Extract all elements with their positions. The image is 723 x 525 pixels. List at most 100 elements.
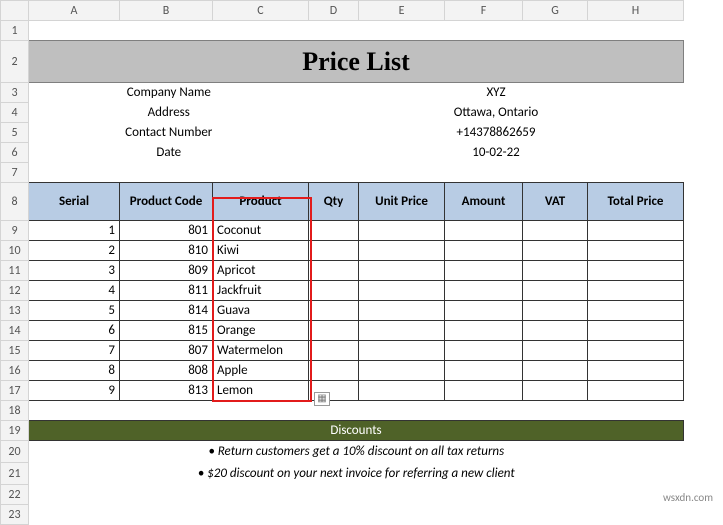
cell-qty[interactable]	[309, 241, 359, 261]
title-cell[interactable]: Price List	[29, 41, 684, 83]
cell-blank[interactable]	[29, 21, 684, 41]
cell-blank[interactable]	[29, 505, 684, 525]
cell-code[interactable]: 809	[120, 261, 213, 281]
discount-line-1[interactable]: • Return customers get a 10% discount on…	[29, 441, 684, 463]
cell-blank[interactable]	[29, 485, 684, 505]
col-A[interactable]: A	[29, 1, 120, 21]
cell-product[interactable]: Kiwi	[213, 241, 309, 261]
cell-product[interactable]: Watermelon	[213, 341, 309, 361]
cell-qty[interactable]	[309, 341, 359, 361]
contact-value[interactable]: +14378862659	[309, 123, 684, 143]
cell-total[interactable]	[588, 301, 684, 321]
cell-code[interactable]: 815	[120, 321, 213, 341]
cell-product[interactable]: Guava	[213, 301, 309, 321]
row-21[interactable]: 21	[1, 463, 29, 485]
cell-qty[interactable]	[309, 261, 359, 281]
discount-line-2[interactable]: • $20 discount on your next invoice for …	[29, 463, 684, 485]
date-value[interactable]: 10-02-22	[309, 143, 684, 163]
row-3[interactable]: 3	[1, 83, 29, 103]
row-11[interactable]: 11	[1, 261, 29, 281]
hdr-amount[interactable]: Amount	[445, 183, 523, 221]
cell-unit[interactable]	[359, 281, 445, 301]
cell-vat[interactable]	[523, 221, 588, 241]
cell-unit[interactable]	[359, 221, 445, 241]
cell-code[interactable]: 801	[120, 221, 213, 241]
cell-vat[interactable]	[523, 381, 588, 401]
cell-amount[interactable]	[445, 241, 523, 261]
cell-product[interactable]: Jackfruit	[213, 281, 309, 301]
row-20[interactable]: 20	[1, 441, 29, 463]
row-13[interactable]: 13	[1, 301, 29, 321]
cell-vat[interactable]	[523, 281, 588, 301]
cell-vat[interactable]	[523, 241, 588, 261]
cell-product[interactable]: Orange	[213, 321, 309, 341]
cell-code[interactable]: 813	[120, 381, 213, 401]
cell-qty[interactable]	[309, 281, 359, 301]
hdr-qty[interactable]: Qty	[309, 183, 359, 221]
cell-total[interactable]	[588, 381, 684, 401]
hdr-total[interactable]: Total Price	[588, 183, 684, 221]
cell-amount[interactable]	[445, 381, 523, 401]
cell-code[interactable]: 811	[120, 281, 213, 301]
discounts-header[interactable]: Discounts	[29, 421, 684, 441]
cell-vat[interactable]	[523, 361, 588, 381]
cell-unit[interactable]	[359, 261, 445, 281]
cell-vat[interactable]	[523, 341, 588, 361]
spreadsheet[interactable]: A B C D E F G H 1 2 Price List 3 Company…	[0, 0, 684, 525]
row-17[interactable]: 17	[1, 381, 29, 401]
row-6[interactable]: 6	[1, 143, 29, 163]
row-15[interactable]: 15	[1, 341, 29, 361]
cell-serial[interactable]: 2	[29, 241, 120, 261]
cell-serial[interactable]: 7	[29, 341, 120, 361]
cell-qty[interactable]	[309, 321, 359, 341]
cell-unit[interactable]	[359, 381, 445, 401]
cell-total[interactable]	[588, 321, 684, 341]
company-name-label[interactable]: Company Name	[29, 83, 309, 103]
cell-qty[interactable]	[309, 301, 359, 321]
cell-serial[interactable]: 3	[29, 261, 120, 281]
cell-unit[interactable]	[359, 241, 445, 261]
col-H[interactable]: H	[588, 1, 684, 21]
row-5[interactable]: 5	[1, 123, 29, 143]
cell-vat[interactable]	[523, 261, 588, 281]
company-name-value[interactable]: XYZ	[309, 83, 684, 103]
row-7[interactable]: 7	[1, 163, 29, 183]
cell-code[interactable]: 814	[120, 301, 213, 321]
hdr-code[interactable]: Product Code	[120, 183, 213, 221]
cell-vat[interactable]	[523, 321, 588, 341]
col-E[interactable]: E	[359, 1, 445, 21]
contact-label[interactable]: Contact Number	[29, 123, 309, 143]
address-label[interactable]: Address	[29, 103, 309, 123]
cell-total[interactable]	[588, 261, 684, 281]
col-B[interactable]: B	[120, 1, 213, 21]
cell-total[interactable]	[588, 221, 684, 241]
cell-serial[interactable]: 6	[29, 321, 120, 341]
address-value[interactable]: Ottawa, Ontario	[309, 103, 684, 123]
cell-amount[interactable]	[445, 361, 523, 381]
cell-total[interactable]	[588, 281, 684, 301]
cell-unit[interactable]	[359, 341, 445, 361]
row-12[interactable]: 12	[1, 281, 29, 301]
cell-amount[interactable]	[445, 321, 523, 341]
col-D[interactable]: D	[309, 1, 359, 21]
row-16[interactable]: 16	[1, 361, 29, 381]
row-4[interactable]: 4	[1, 103, 29, 123]
cell-amount[interactable]	[445, 261, 523, 281]
col-C[interactable]: C	[213, 1, 309, 21]
cell-serial[interactable]: 4	[29, 281, 120, 301]
row-9[interactable]: 9	[1, 221, 29, 241]
cell-amount[interactable]	[445, 221, 523, 241]
row-8[interactable]: 8	[1, 183, 29, 221]
row-2[interactable]: 2	[1, 41, 29, 83]
select-all-corner[interactable]	[1, 1, 29, 21]
row-10[interactable]: 10	[1, 241, 29, 261]
cell-product[interactable]: Coconut	[213, 221, 309, 241]
cell-unit[interactable]	[359, 321, 445, 341]
cell-amount[interactable]	[445, 281, 523, 301]
cell-blank[interactable]	[29, 163, 684, 183]
cell-code[interactable]: 808	[120, 361, 213, 381]
cell-code[interactable]: 810	[120, 241, 213, 261]
hdr-serial[interactable]: Serial	[29, 183, 120, 221]
cell-serial[interactable]: 9	[29, 381, 120, 401]
cell-serial[interactable]: 1	[29, 221, 120, 241]
